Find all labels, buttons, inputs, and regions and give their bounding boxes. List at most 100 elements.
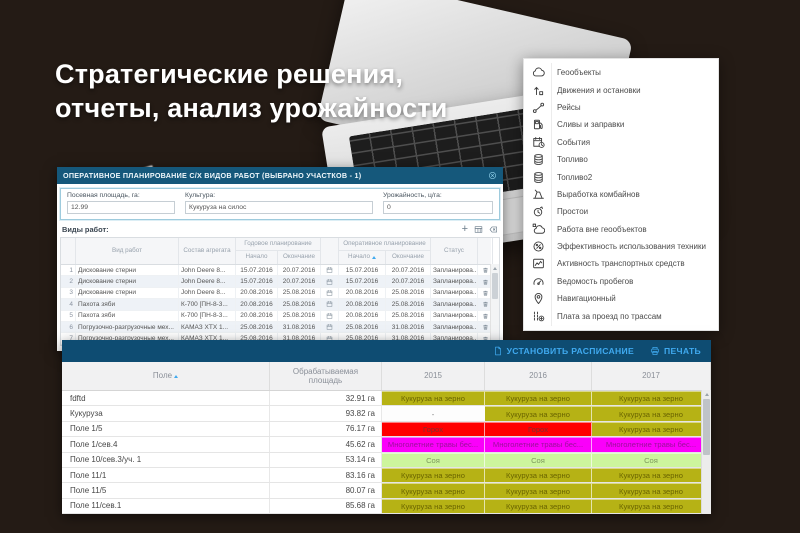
menu-item-label: Рейсы: [557, 103, 581, 112]
field-name-cell[interactable]: Поле 1/5: [62, 422, 270, 436]
op-end-cell: 25.08.2016: [386, 288, 431, 298]
calendar-icon[interactable]: [326, 300, 333, 308]
work-row[interactable]: 5 Пахота зяби К-700 [ПН-8-3... 20.08.201…: [61, 311, 491, 322]
crop-cell-2016[interactable]: Соя: [485, 453, 592, 467]
crop-cell-2015[interactable]: Горох: [382, 422, 485, 436]
trash-icon[interactable]: [482, 312, 489, 320]
scroll-up-icon[interactable]: [702, 390, 711, 398]
work-row[interactable]: 6 Погрузочно-разгрузочные мех... КАМАЗ Х…: [61, 322, 491, 333]
menu-item[interactable]: Топливо2: [524, 168, 718, 185]
col-2017[interactable]: 2017: [592, 362, 711, 390]
work-row[interactable]: 1 Дискование стерни John Deere 8... 15.0…: [61, 265, 491, 276]
field-name-cell[interactable]: Кукуруза: [62, 406, 270, 420]
crop-cell-2015[interactable]: -: [382, 406, 485, 420]
add-work-icon[interactable]: +: [462, 225, 468, 234]
calendar-icon[interactable]: [326, 266, 333, 274]
clear-icon[interactable]: [489, 225, 498, 234]
menu-item[interactable]: Эффективность использования техники: [524, 238, 718, 255]
crop-cell-2016[interactable]: Кукуруза на зерно: [485, 406, 592, 420]
crop-cell-2015[interactable]: Кукуруза на зерно: [382, 468, 485, 482]
scroll-up-icon[interactable]: [491, 264, 499, 272]
menu-item[interactable]: События: [524, 134, 718, 151]
op-end-cell: 25.08.2016: [386, 311, 431, 321]
trash-icon[interactable]: [482, 300, 489, 308]
col-area[interactable]: Обрабатываемая площадь: [270, 362, 382, 390]
menu-item[interactable]: Сливы и заправки: [524, 116, 718, 133]
works-table-scrollbar[interactable]: [490, 264, 499, 345]
menu-item[interactable]: Плата за проезд по трассам: [524, 307, 718, 324]
annual-start-cell: 20.08.2016: [236, 311, 278, 321]
crop-cell-2016[interactable]: Горох: [485, 422, 592, 436]
crop-cell-2017[interactable]: Кукуруза на зерно: [592, 406, 711, 420]
crop-cell-2015[interactable]: Соя: [382, 453, 485, 467]
menu-item[interactable]: Активность транспортных средств: [524, 255, 718, 272]
status-cell: Запланирова...: [431, 299, 478, 309]
crop-cell-2015[interactable]: Кукуруза на зерно: [382, 483, 485, 497]
crop-cell-2017[interactable]: Кукуруза на зерно: [592, 499, 711, 513]
crop-cell-2017[interactable]: Кукуруза на зерно: [592, 468, 711, 482]
crop-cell-2016[interactable]: Кукуруза на зерно: [485, 391, 592, 405]
crop-cell-2017[interactable]: Многолетние травы бес...: [592, 437, 711, 451]
crop-cell-2017[interactable]: Кукуруза на зерно: [592, 483, 711, 497]
trash-icon[interactable]: [482, 278, 489, 286]
field-name-cell[interactable]: Поле 11/1: [62, 468, 270, 482]
col-op-start-sorted[interactable]: Начало: [339, 251, 386, 264]
crop-cell-2016[interactable]: Кукуруза на зерно: [485, 483, 592, 497]
crop-cell-2016[interactable]: Многолетние травы бес...: [485, 437, 592, 451]
menu-item[interactable]: Навигационный: [524, 290, 718, 307]
menu-item[interactable]: Простои: [524, 203, 718, 220]
col-annual-end[interactable]: Окончание: [278, 251, 321, 264]
headline-line-2: отчеты, анализ урожайности: [55, 91, 448, 125]
close-icon[interactable]: [488, 171, 497, 180]
schedule-scrollbar[interactable]: [701, 390, 711, 514]
field-input[interactable]: [383, 201, 493, 214]
col-calendar: [321, 238, 339, 264]
trash-icon[interactable]: [482, 323, 489, 331]
set-schedule-button[interactable]: УСТАНОВИТЬ РАСПИСАНИЕ: [493, 346, 634, 356]
menu-item[interactable]: Выработка комбайнов: [524, 186, 718, 203]
field-input[interactable]: [185, 201, 373, 214]
field-name-cell[interactable]: Поле 1/сев.4: [62, 437, 270, 451]
crop-cell-2015[interactable]: Многолетние травы бес...: [382, 437, 485, 451]
menu-item-label: Навигационный: [557, 294, 616, 303]
works-tools: +: [462, 225, 498, 234]
field-name-cell[interactable]: Поле 11/сев.1: [62, 499, 270, 513]
crop-cell-2016[interactable]: Кукуруза на зерно: [485, 468, 592, 482]
crop-cell-2015[interactable]: Кукуруза на зерно: [382, 391, 485, 405]
crop-cell-2016[interactable]: Кукуруза на зерно: [485, 499, 592, 513]
trash-icon[interactable]: [482, 289, 489, 297]
scrollbar-thumb[interactable]: [703, 399, 710, 455]
work-row[interactable]: 3 Дискование стерни John Deere 8... 20.0…: [61, 288, 491, 299]
col-op-end[interactable]: Окончание: [386, 251, 431, 264]
menu-item[interactable]: Работа вне геообъектов: [524, 221, 718, 238]
calendar-icon[interactable]: [326, 289, 333, 297]
trash-icon[interactable]: [482, 266, 489, 274]
field-name-cell[interactable]: Поле 10/сев.3/уч. 1: [62, 453, 270, 467]
col-2016[interactable]: 2016: [485, 362, 592, 390]
menu-item[interactable]: Топливо: [524, 151, 718, 168]
field-name-cell[interactable]: Поле 11/5: [62, 483, 270, 497]
menu-item[interactable]: Движения и остановки: [524, 81, 718, 98]
calendar-icon[interactable]: [326, 323, 333, 331]
calendar-icon[interactable]: [326, 278, 333, 286]
col-annual-start[interactable]: Начало: [236, 251, 278, 264]
menu-item[interactable]: Рейсы: [524, 99, 718, 116]
work-row[interactable]: 2 Дискование стерни John Deere 8... 15.0…: [61, 276, 491, 287]
field-input[interactable]: [67, 201, 175, 214]
menu-item[interactable]: Геообъекты: [524, 64, 718, 81]
columns-icon[interactable]: [474, 225, 483, 234]
menu-item[interactable]: Ведомость пробегов: [524, 273, 718, 290]
crop-cell-2017[interactable]: Кукуруза на зерно: [592, 391, 711, 405]
crop-cell-2015[interactable]: Кукуруза на зерно: [382, 499, 485, 513]
operational-planning-dialog: ОПЕРАТИВНОЕ ПЛАНИРОВАНИЕ С/Х ВИДОВ РАБОТ…: [57, 167, 503, 351]
field-name-cell[interactable]: fdftd: [62, 391, 270, 405]
scrollbar-thumb[interactable]: [492, 273, 498, 299]
col-2015[interactable]: 2015: [382, 362, 485, 390]
crop-cell-2017[interactable]: Соя: [592, 453, 711, 467]
col-field-sorted[interactable]: Поле: [62, 362, 270, 390]
calendar-icon[interactable]: [326, 312, 333, 320]
print-button[interactable]: ПЕЧАТЬ: [650, 346, 701, 356]
work-row[interactable]: 4 Пахота зяби К-700 [ПН-8-3... 20.08.201…: [61, 299, 491, 310]
promo-screenshot: Стратегические решения, отчеты, анализ у…: [0, 0, 800, 533]
crop-cell-2017[interactable]: Кукуруза на зерно: [592, 422, 711, 436]
